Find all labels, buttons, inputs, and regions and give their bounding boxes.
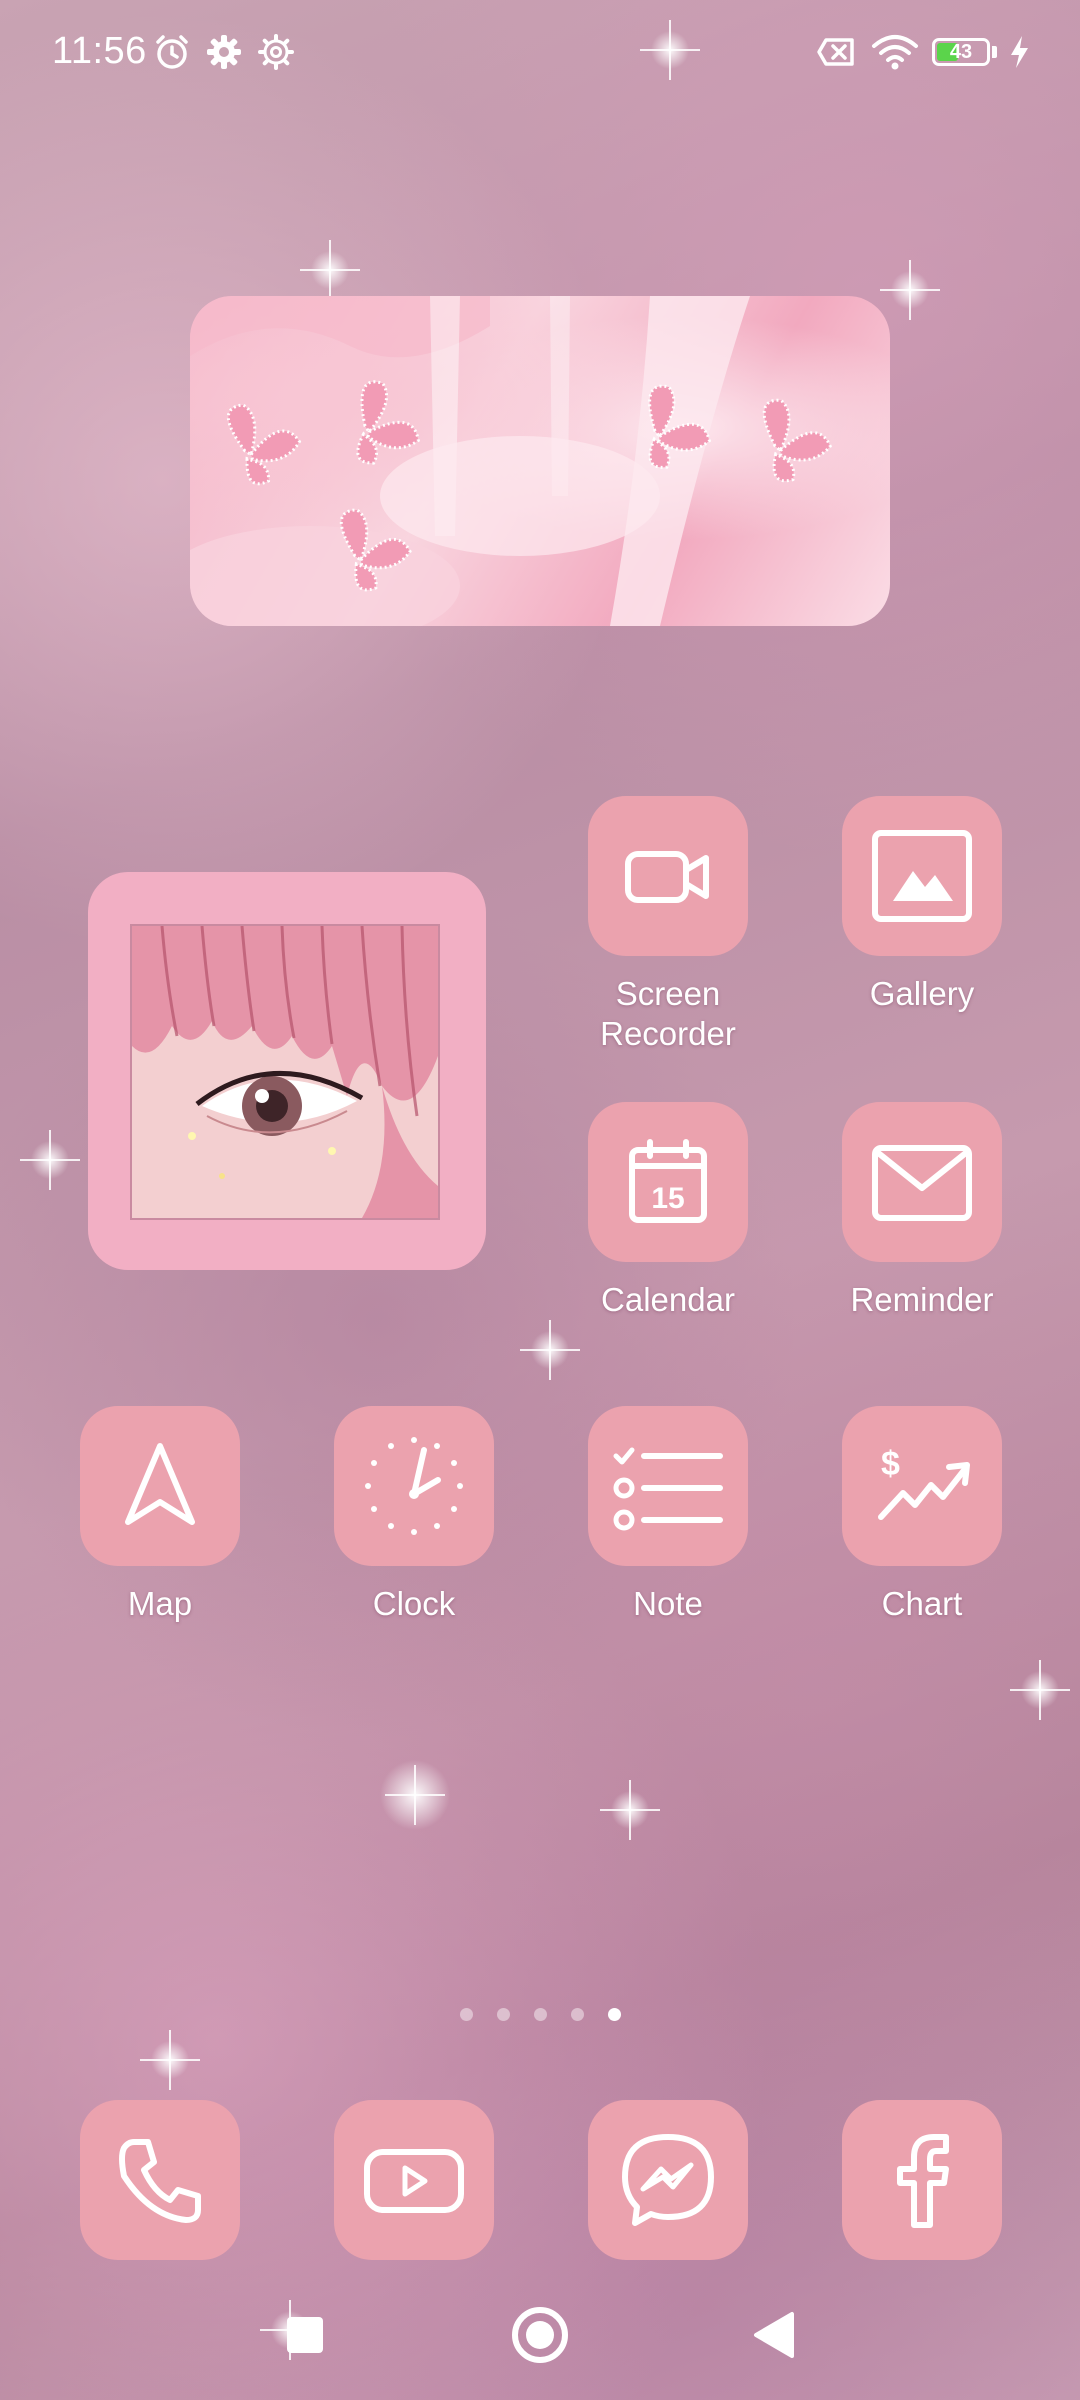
- butterfly-artwork: [190, 296, 832, 626]
- page-dot[interactable]: [496, 2008, 510, 2021]
- status-bar: 11:56 43: [0, 0, 1080, 108]
- page-dot[interactable]: [459, 2008, 473, 2021]
- app-label: Screen Recorder: [578, 974, 758, 1054]
- charging-bolt-icon: [1011, 36, 1028, 68]
- page-dot[interactable]: [533, 2008, 547, 2021]
- messenger-tile[interactable]: [588, 2100, 748, 2260]
- screen-recorder-tile[interactable]: [588, 796, 748, 956]
- recents-square-icon: [287, 2317, 323, 2353]
- battery-tip: [992, 46, 997, 58]
- dock-facebook[interactable]: [832, 2100, 1012, 2260]
- checklist-icon: [613, 1447, 723, 1531]
- butterfly-image-widget[interactable]: [190, 296, 890, 626]
- status-time: 11:56: [52, 30, 147, 72]
- map-tile[interactable]: [80, 1406, 240, 1566]
- app-label: Gallery: [869, 975, 975, 1012]
- sparkle-decoration: [140, 2030, 200, 2090]
- sparkle-decoration: [600, 1780, 660, 1840]
- app-label: Reminder: [850, 1281, 994, 1318]
- app-map[interactable]: Map: [70, 1406, 250, 1624]
- page-dot-active[interactable]: [607, 2008, 621, 2021]
- anime-eye-artwork: [132, 926, 438, 1218]
- app-reminder[interactable]: Reminder: [832, 1102, 1012, 1320]
- settings-gear-icon: [207, 35, 241, 69]
- app-label: Map: [127, 1585, 193, 1622]
- calendar-icon: 15: [629, 1139, 707, 1223]
- app-label: Calendar: [601, 1281, 735, 1318]
- gallery-tile[interactable]: [842, 796, 1002, 956]
- no-sim-icon: [817, 38, 854, 66]
- app-chart[interactable]: $ Chart: [832, 1406, 1012, 1624]
- facebook-tile[interactable]: [842, 2100, 1002, 2260]
- image-icon: [872, 830, 972, 922]
- home-button[interactable]: [502, 2298, 578, 2372]
- page-indicator: [0, 2008, 1080, 2021]
- sparkle-decoration: [300, 240, 360, 300]
- settings-cog-icon: [258, 34, 294, 70]
- app-label: Chart: [881, 1585, 963, 1622]
- back-button[interactable]: [740, 2298, 810, 2372]
- clock-icon: [365, 1437, 463, 1535]
- calendar-day: 15: [651, 1182, 684, 1215]
- app-calendar[interactable]: 15 Calendar: [578, 1102, 758, 1320]
- dollar-sign-glyph: $: [881, 1445, 900, 1483]
- page-dot[interactable]: [570, 2008, 584, 2021]
- sparkle-decoration: [520, 1320, 580, 1380]
- battery-percentage: 43: [949, 41, 973, 63]
- reminder-tile[interactable]: [842, 1102, 1002, 1262]
- anime-eye-photo: [130, 924, 440, 1220]
- chart-tile[interactable]: $: [842, 1406, 1002, 1566]
- envelope-icon: [872, 1145, 972, 1221]
- app-label: Note: [633, 1585, 703, 1622]
- app-screen-recorder[interactable]: Screen Recorder: [578, 796, 758, 1054]
- sparkle-decoration: [20, 1130, 80, 1190]
- recents-button[interactable]: [268, 2298, 342, 2372]
- app-clock[interactable]: Clock: [324, 1406, 504, 1624]
- sparkle-decoration: [360, 1740, 470, 1850]
- alarm-icon: [156, 35, 188, 69]
- app-label-line: Recorder: [600, 1015, 736, 1052]
- wifi-icon: [872, 35, 918, 70]
- stock-chart-icon: $: [878, 1445, 970, 1520]
- anime-eye-photo-widget[interactable]: [88, 872, 486, 1270]
- phone-tile[interactable]: [80, 2100, 240, 2260]
- navigation-arrow-icon: [125, 1443, 195, 1525]
- back-triangle-icon: [754, 2312, 794, 2358]
- app-gallery[interactable]: Gallery: [832, 796, 1012, 1014]
- note-tile[interactable]: [588, 1406, 748, 1566]
- dock-phone[interactable]: [70, 2100, 250, 2260]
- calendar-tile[interactable]: 15: [588, 1102, 748, 1262]
- app-label: Clock: [372, 1585, 456, 1622]
- messenger-icon: [622, 2134, 714, 2226]
- battery-icon: 43: [932, 38, 990, 66]
- facebook-icon: [897, 2134, 949, 2228]
- youtube-tile[interactable]: [334, 2100, 494, 2260]
- phone-icon: [119, 2139, 201, 2223]
- app-label-line: Screen: [615, 975, 721, 1012]
- home-circle-icon: [512, 2307, 568, 2363]
- clock-tile[interactable]: [334, 1406, 494, 1566]
- app-note[interactable]: Note: [578, 1406, 758, 1624]
- youtube-icon: [364, 2149, 464, 2213]
- video-camera-icon: [625, 851, 709, 903]
- dock-youtube[interactable]: [324, 2100, 504, 2260]
- dock-messenger[interactable]: [578, 2100, 758, 2260]
- sparkle-decoration: [1010, 1660, 1070, 1720]
